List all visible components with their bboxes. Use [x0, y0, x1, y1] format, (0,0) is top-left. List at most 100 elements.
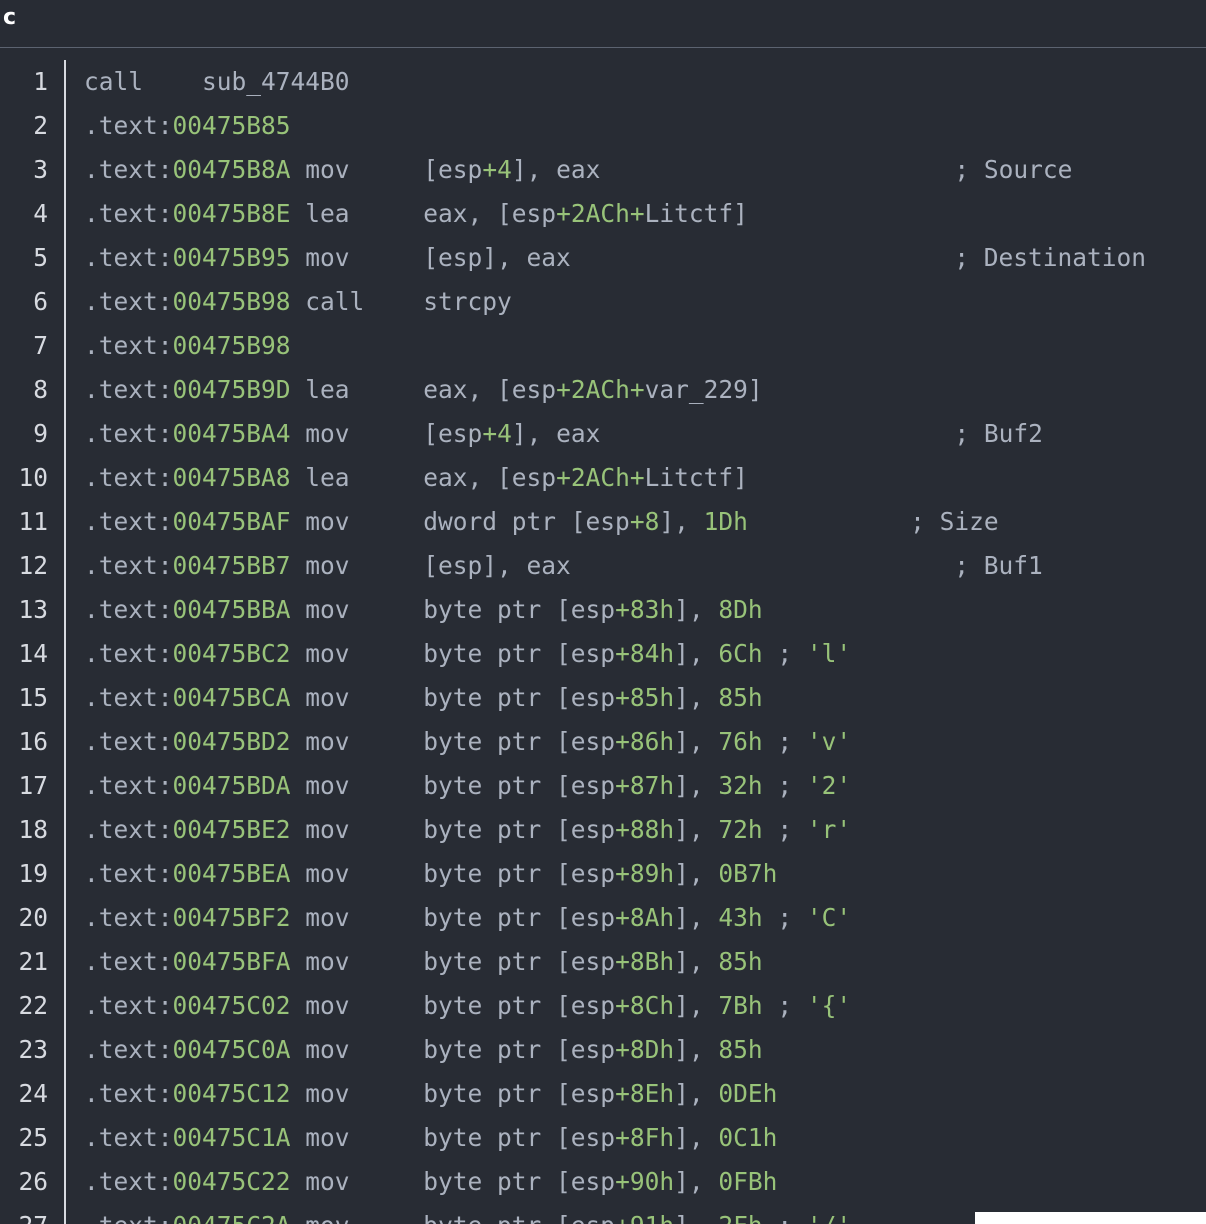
- code-text: .text:00475BD2 mov byte ptr [esp+86h], 7…: [84, 720, 851, 764]
- token-punct: :: [157, 111, 173, 140]
- line-number: 11: [18, 507, 48, 536]
- token-op: +: [556, 463, 571, 492]
- token-num: 00475BC2: [172, 639, 291, 668]
- token-str: '{': [806, 991, 852, 1020]
- token-num: 00475C02: [172, 991, 291, 1020]
- code-text: .text:00475BF2 mov byte ptr [esp+8Ah], 4…: [84, 896, 851, 940]
- token-op: +: [615, 815, 630, 844]
- token-op: +: [629, 375, 645, 404]
- code-line: 5 .text:00475B95 mov [esp], eax ; Destina…: [0, 236, 1206, 280]
- code-line: 1 call sub_4744B0: [0, 60, 1206, 104]
- code-line: 19 .text:00475BEA mov byte ptr [esp+89h],…: [0, 852, 1206, 896]
- token-num: 88h: [629, 815, 675, 844]
- token-num: 8Ch: [629, 991, 675, 1020]
- token-num: 00475BA8: [172, 463, 291, 492]
- token-plain: ],: [674, 1167, 719, 1196]
- code-text: .text:00475BBA mov byte ptr [esp+83h], 8…: [84, 588, 763, 632]
- line-number: 10: [18, 463, 48, 492]
- token-punct: :: [157, 155, 173, 184]
- token-plain: mov byte ptr [esp: [290, 1035, 616, 1064]
- token-punct: :: [157, 771, 173, 800]
- token-str: '2': [806, 771, 852, 800]
- token-plain: .text: [84, 331, 158, 360]
- token-plain: .text: [84, 1079, 158, 1108]
- token-plain: mov byte ptr [esp: [290, 991, 616, 1020]
- token-plain: ],: [674, 595, 719, 624]
- token-num: 87h: [629, 771, 675, 800]
- token-op: +: [556, 375, 571, 404]
- line-number: 27: [0, 1204, 48, 1224]
- code-text: .text:00475B8A mov [esp+4], eax ; Source: [84, 148, 1072, 192]
- token-plain: mov byte ptr [esp: [290, 683, 616, 712]
- token-num: 85h: [718, 947, 763, 976]
- line-number: 25: [18, 1123, 48, 1152]
- code-line: 8 .text:00475B9D lea eax, [esp+2ACh+var_2…: [0, 368, 1206, 412]
- token-plain: ],: [674, 771, 719, 800]
- token-num: 8Dh: [718, 595, 763, 624]
- token-num: 90h: [629, 1167, 675, 1196]
- token-punct: :: [157, 331, 173, 360]
- token-plain: mov [esp: [290, 419, 483, 448]
- token-num: 89h: [629, 859, 675, 888]
- token-num: 00475BF2: [172, 903, 291, 932]
- token-punct: :: [157, 595, 173, 624]
- token-str: '/': [807, 1211, 851, 1224]
- token-punct: :: [157, 287, 173, 316]
- token-num: 2ACh: [570, 199, 630, 228]
- token-plain: mov byte ptr [esp: [290, 727, 616, 756]
- token-plain: ;: [762, 815, 807, 844]
- token-plain: ],: [674, 727, 719, 756]
- code-line: 18 .text:00475BE2 mov byte ptr [esp+88h],…: [0, 808, 1206, 852]
- line-number: 4: [33, 199, 48, 228]
- token-plain: .text: [84, 991, 158, 1020]
- token-op: +: [615, 1079, 630, 1108]
- token-op: +: [629, 199, 645, 228]
- line-number: 1: [33, 67, 48, 96]
- token-plain: ;: [762, 727, 807, 756]
- token-num: 0FBh: [718, 1167, 778, 1196]
- token-punct: :: [157, 419, 173, 448]
- token-punct: :: [157, 243, 173, 272]
- token-op: +: [629, 507, 645, 536]
- token-plain: ],: [674, 683, 719, 712]
- token-plain: ], eax ; Buf2: [511, 419, 1043, 448]
- token-num: 2ACh: [570, 375, 630, 404]
- token-num: 8Bh: [629, 947, 675, 976]
- code-text: .text:00475BFA mov byte ptr [esp+8Bh], 8…: [84, 940, 763, 984]
- token-plain: .text: [84, 155, 158, 184]
- token-plain: lea eax, [esp: [290, 375, 557, 404]
- line-number: 24: [18, 1079, 48, 1108]
- token-num: 00475B85: [172, 111, 291, 140]
- code-line: 13 .text:00475BBA mov byte ptr [esp+83h],…: [0, 588, 1206, 632]
- token-punct: :: [157, 903, 173, 932]
- token-num: 00475B9D: [172, 375, 291, 404]
- token-plain: ],: [674, 1079, 719, 1108]
- token-num: 7Bh: [718, 991, 763, 1020]
- token-op: +: [482, 155, 498, 184]
- token-plain: .text: [84, 1211, 158, 1224]
- token-punct: :: [157, 815, 173, 844]
- token-num: 00475BEA: [172, 859, 291, 888]
- token-num: 8Eh: [629, 1079, 675, 1108]
- token-num: 4: [497, 155, 512, 184]
- token-plain: .text: [84, 727, 158, 756]
- code-line: 22 .text:00475C02 mov byte ptr [esp+8Ch],…: [0, 984, 1206, 1028]
- code-line: 26 .text:00475C22 mov byte ptr [esp+90h],…: [0, 1160, 1206, 1204]
- token-num: 00475C1A: [172, 1123, 291, 1152]
- token-plain: ;: [762, 903, 807, 932]
- token-punct: :: [157, 1167, 173, 1196]
- code-lines: 1 call sub_4744B0 2 .text:00475B85 3 .text:00…: [0, 60, 1206, 1224]
- code-text: .text:00475C22 mov byte ptr [esp+90h], 0…: [84, 1160, 777, 1204]
- line-number: 7: [33, 331, 48, 360]
- token-plain: .text: [84, 419, 158, 448]
- line-number: 9: [33, 419, 48, 448]
- token-op: +: [629, 463, 645, 492]
- token-plain: ],: [659, 507, 704, 536]
- code-line: 2 .text:00475B85: [0, 104, 1206, 148]
- token-num: 32h: [718, 771, 763, 800]
- token-plain: .text: [84, 1035, 158, 1064]
- line-number: 22: [18, 991, 48, 1020]
- token-num: 4: [497, 419, 512, 448]
- token-num: 00475BE2: [172, 815, 291, 844]
- token-plain: .text: [84, 287, 158, 316]
